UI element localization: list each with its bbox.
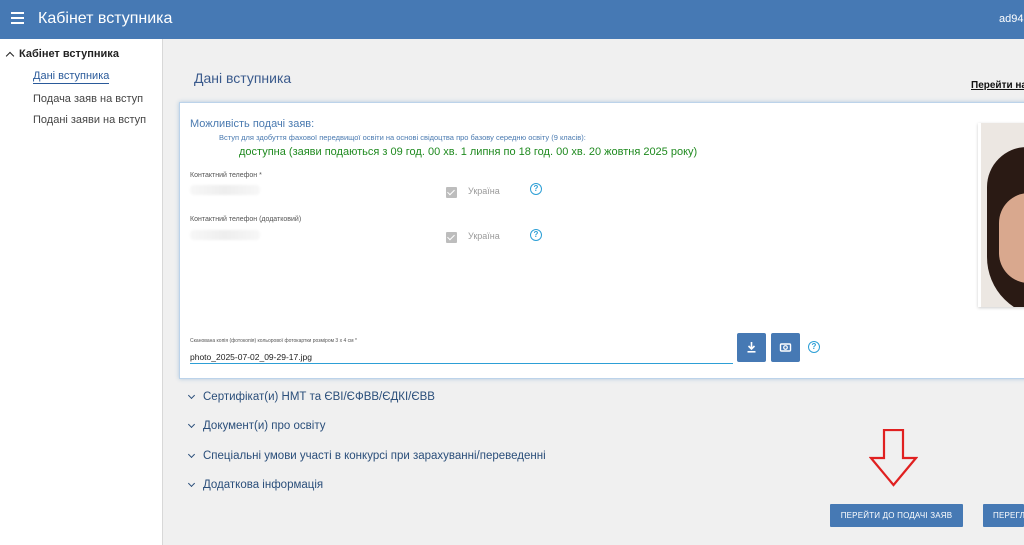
availability-status: доступна (заяви подаються з 09 год. 00 х… (239, 146, 698, 158)
section-additional-info[interactable]: Додаткова інформація (187, 479, 324, 491)
photo-label: Сканована копія (фотокопія) кольорової ф… (190, 338, 357, 344)
chevron-down-icon (187, 450, 196, 459)
card-title: Можливість подачі заяв: (190, 118, 315, 130)
app-title: Кабінет вступника (38, 10, 173, 27)
chevron-down-icon (187, 420, 196, 429)
applicant-photo (978, 123, 1024, 307)
section-additional-info-label: Додаткова інформація (203, 479, 324, 491)
arrow-down-annotation-icon (869, 429, 918, 487)
preview-icon (779, 343, 792, 352)
view-button[interactable]: ПЕРЕГЛ (983, 504, 1024, 527)
download-button[interactable] (737, 333, 766, 362)
sidebar-item-submit-applications[interactable]: Подача заяв на вступ (33, 93, 143, 105)
sidebar-item-submitted-applications[interactable]: Подані заяви на вступ (33, 114, 146, 126)
page-title: Дані вступника (194, 70, 292, 86)
card-subtitle: Вступ для здобуття фахової передвищої ос… (219, 133, 586, 142)
section-education-documents-label: Документ(и) про освіту (203, 420, 326, 432)
phone-value-redacted[interactable] (190, 185, 260, 195)
chevron-up-icon (5, 51, 15, 60)
user-name[interactable]: ad946 (999, 13, 1024, 25)
sidebar-section-label: Кабінет вступника (19, 48, 119, 60)
menu-icon[interactable] (11, 12, 24, 26)
section-special-conditions[interactable]: Спеціальні умови участі в конкурсі при з… (187, 450, 546, 462)
phone2-value-redacted[interactable] (190, 230, 260, 240)
sidebar-section-header[interactable]: Кабінет вступника (5, 48, 119, 60)
phone-country-checkbox[interactable] (446, 187, 457, 198)
download-icon (747, 342, 756, 353)
phone2-country-label: Україна (468, 231, 500, 241)
phone2-help-icon[interactable]: ? (530, 229, 542, 241)
section-special-conditions-label: Спеціальні умови участі в конкурсі при з… (203, 450, 546, 462)
applicant-card: Можливість подачі заяв: Вступ для здобут… (179, 102, 1024, 379)
photo-help-icon[interactable]: ? (808, 341, 820, 353)
preview-button[interactable] (771, 333, 800, 362)
phone-country-label: Україна (468, 186, 500, 196)
top-bar: Кабінет вступника ad946 (0, 0, 1024, 39)
chevron-down-icon (187, 479, 196, 488)
go-to-link[interactable]: Перейти на (971, 80, 1024, 91)
section-certificates-label: Сертифікат(и) НМТ та ЄВІ/ЄФВВ/ЄДКІ/ЄВВ (203, 391, 435, 403)
phone-label: Контактний телефон * (190, 172, 262, 179)
chevron-down-icon (187, 391, 196, 400)
phone-help-icon[interactable]: ? (530, 183, 542, 195)
phone2-country-checkbox[interactable] (446, 232, 457, 243)
sidebar: Кабінет вступника Дані вступника Подача … (0, 39, 163, 545)
section-education-documents[interactable]: Документ(и) про освіту (187, 420, 326, 432)
photo-file-input[interactable] (190, 347, 733, 364)
section-certificates[interactable]: Сертифікат(и) НМТ та ЄВІ/ЄФВВ/ЄДКІ/ЄВВ (187, 391, 435, 403)
go-to-applications-button[interactable]: ПЕРЕЙТИ ДО ПОДАЧІ ЗАЯВ (830, 504, 963, 527)
phone2-label: Контактний телефон (додатковий) (190, 216, 302, 223)
sidebar-item-applicant-data[interactable]: Дані вступника (33, 70, 110, 84)
